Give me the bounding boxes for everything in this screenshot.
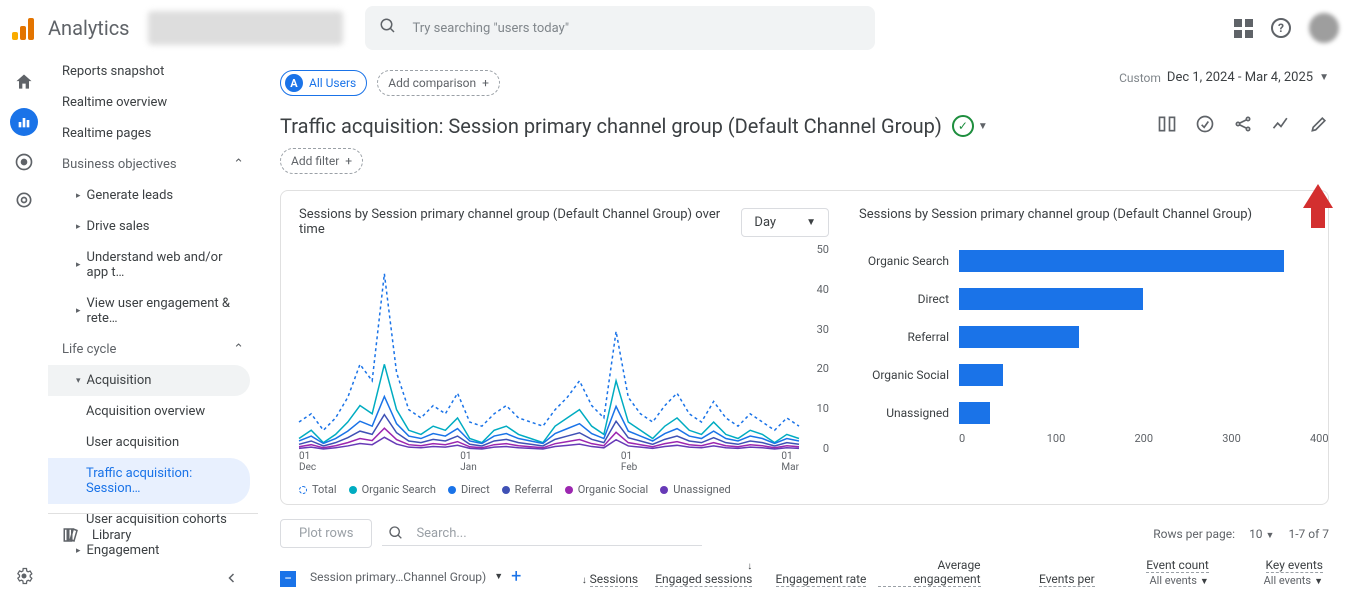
ga-logo	[12, 16, 36, 40]
search-icon	[379, 17, 397, 39]
nav-realtime-overview[interactable]: Realtime overview	[48, 87, 258, 118]
col-key-events[interactable]: Key eventsAll events ▼	[1215, 558, 1329, 587]
date-range-picker[interactable]: CustomDec 1, 2024 - Mar 4, 2025▼	[1119, 70, 1329, 85]
nav-generate-leads[interactable]: ▸Generate leads	[48, 180, 258, 211]
line-chart-title: Sessions by Session primary channel grou…	[299, 207, 741, 237]
plot-rows-button[interactable]: Plot rows	[280, 519, 372, 548]
library-icon	[62, 526, 80, 544]
nav-library[interactable]: Library	[48, 513, 258, 556]
pager-range: 1-7 of 7	[1288, 527, 1329, 541]
nav-view-engagement[interactable]: ▸View user engagement & rete…	[48, 288, 258, 334]
nav-snapshot[interactable]: Reports snapshot	[48, 56, 258, 87]
col-events-per[interactable]: Events per	[987, 572, 1101, 587]
reports-icon[interactable]	[10, 108, 38, 136]
apps-icon[interactable]	[1234, 19, 1253, 38]
explore-icon[interactable]	[12, 150, 36, 174]
nav-realtime-pages[interactable]: Realtime pages	[48, 118, 258, 149]
edit-icon[interactable]	[1309, 114, 1329, 138]
bar-chart-title: Sessions by Session primary channel grou…	[859, 207, 1310, 222]
compare-icon[interactable]	[1157, 114, 1177, 138]
page-title: Traffic acquisition: Session primary cha…	[280, 114, 942, 138]
add-dimension-icon[interactable]: +	[511, 566, 521, 587]
col-sessions[interactable]: ↓ Sessions	[530, 572, 644, 587]
verified-icon[interactable]: ✓	[952, 115, 974, 137]
search-icon	[388, 525, 404, 541]
line-chart: 50403020100 01Dec01Jan01Feb01Mar	[299, 243, 829, 473]
granularity-select[interactable]: Day▼	[741, 208, 829, 237]
search-placeholder: Try searching "users today"	[413, 21, 570, 36]
insights-icon[interactable]	[1195, 114, 1215, 138]
segment-all-users[interactable]: AAll Users	[280, 70, 367, 96]
col-event-count[interactable]: Event countAll events ▼	[1101, 558, 1215, 587]
nav-user-acq[interactable]: User acquisition	[48, 427, 258, 458]
property-selector[interactable]	[148, 11, 343, 45]
select-all-checkbox[interactable]: −	[280, 571, 296, 587]
brand-text: Analytics	[48, 16, 130, 40]
dimension-header[interactable]: Session primary…Channel Group)▼ +	[310, 566, 530, 587]
callout-arrow	[1303, 184, 1333, 228]
ads-icon[interactable]	[12, 188, 36, 212]
nav-acq-overview[interactable]: Acquisition overview	[48, 396, 258, 427]
nav-drive-sales[interactable]: ▸Drive sales	[48, 211, 258, 242]
nav-understand[interactable]: ▸Understand web and/or app t…	[48, 242, 258, 288]
chevron-down-icon[interactable]: ▼	[978, 121, 988, 132]
col-eng-rate[interactable]: Engagement rate	[758, 572, 872, 587]
settings-icon[interactable]	[12, 564, 36, 588]
home-icon[interactable]	[12, 70, 36, 94]
nav-business-objectives[interactable]: Business objectives⌃	[48, 149, 258, 180]
collapse-nav-icon[interactable]	[226, 572, 238, 588]
line-legend: TotalOrganic SearchDirectReferralOrganic…	[299, 483, 829, 496]
add-filter-button[interactable]: Add filter+	[280, 148, 363, 174]
rows-per-page-label: Rows per page:	[1153, 527, 1235, 541]
col-engaged[interactable]: ↓ Engaged sessions	[644, 558, 758, 587]
search-input[interactable]: Try searching "users today"	[365, 6, 875, 50]
trend-icon[interactable]	[1271, 114, 1291, 138]
col-avg-eng[interactable]: Average engagement	[872, 558, 986, 587]
nav-acquisition[interactable]: ▾Acquisition	[48, 365, 250, 396]
share-icon[interactable]	[1233, 114, 1253, 138]
table-search[interactable]: Search...	[382, 521, 702, 546]
nav-life-cycle[interactable]: Life cycle⌃	[48, 334, 258, 365]
bar-chart: Organic SearchDirectReferralOrganic Soci…	[859, 242, 1310, 432]
rows-per-page-select[interactable]: 10 ▼	[1249, 527, 1274, 541]
avatar[interactable]	[1309, 13, 1339, 43]
nav-traffic-acq[interactable]: Traffic acquisition: Session…	[48, 458, 250, 504]
add-comparison-button[interactable]: Add comparison+	[377, 70, 500, 96]
help-icon[interactable]: ?	[1271, 18, 1291, 38]
